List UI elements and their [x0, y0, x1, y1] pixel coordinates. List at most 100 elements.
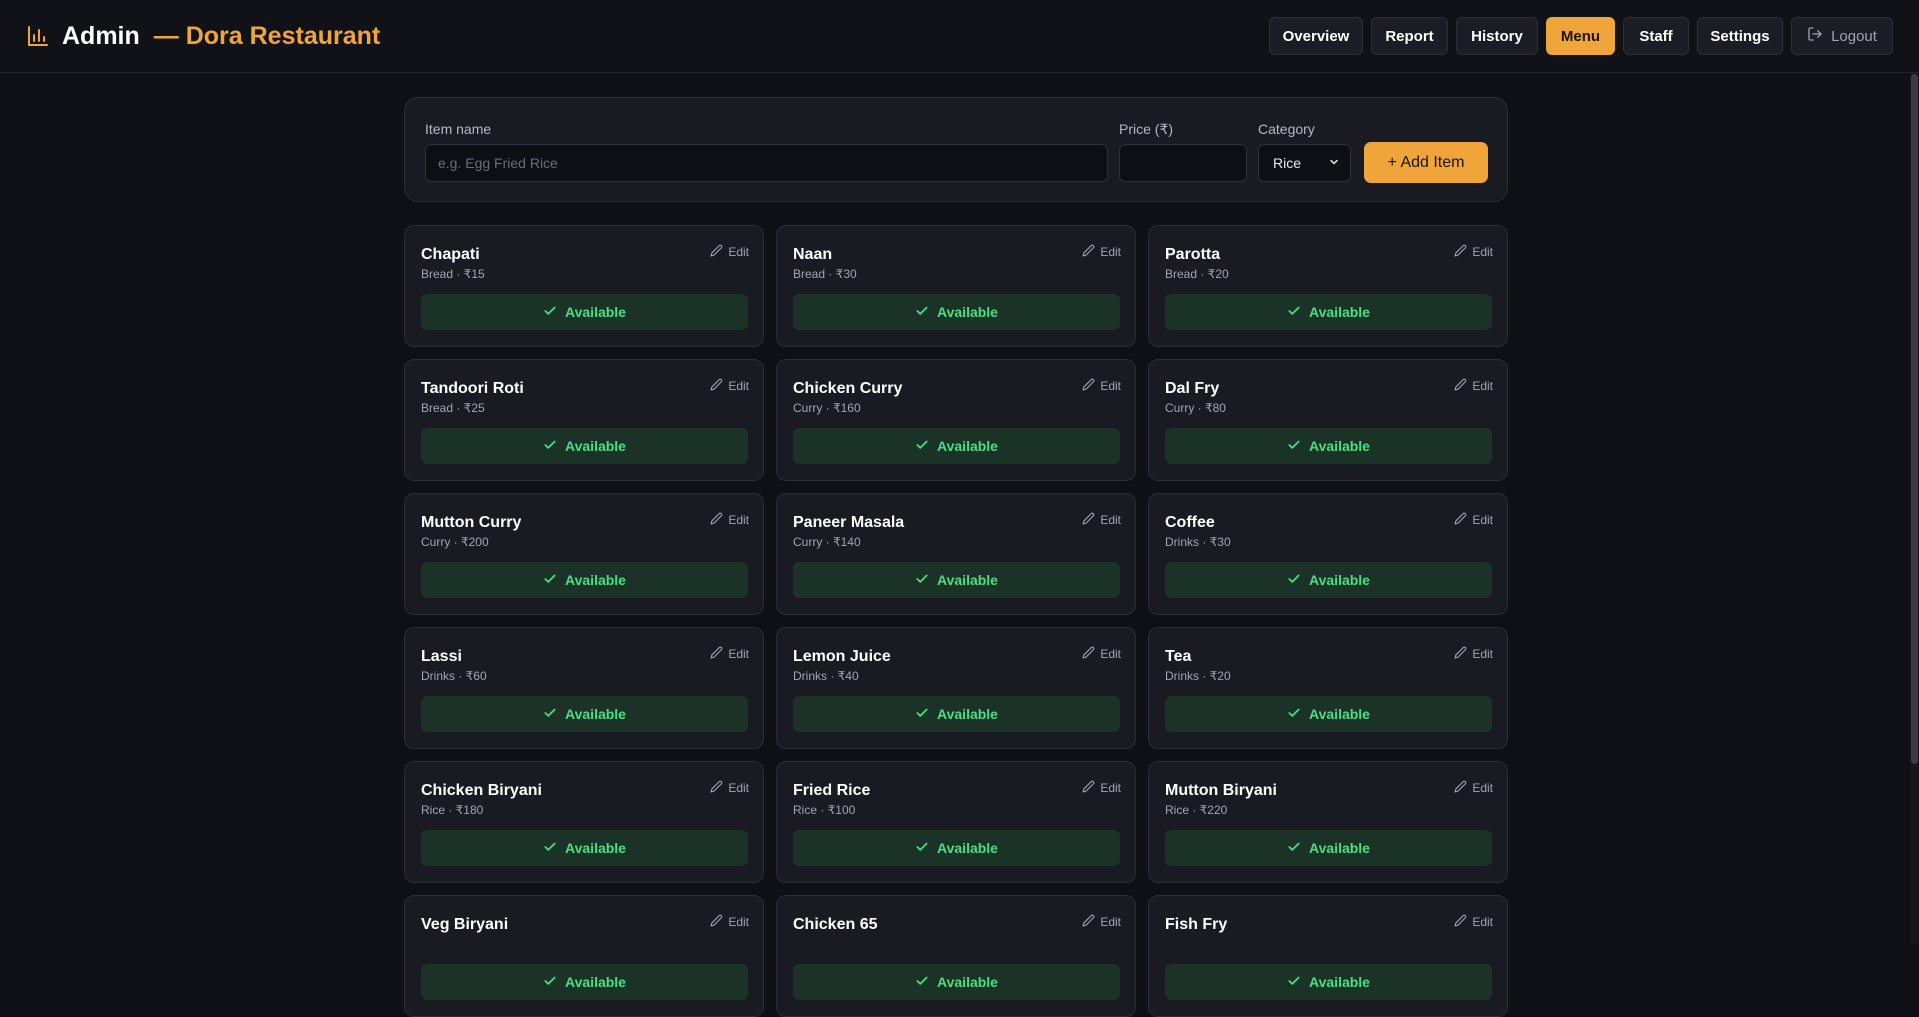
menu-item-card: Chicken 65 Edit Available: [776, 895, 1136, 1017]
edit-button[interactable]: Edit: [1082, 646, 1121, 662]
availability-label: Available: [565, 438, 626, 454]
item-name-input[interactable]: [425, 144, 1108, 182]
availability-toggle[interactable]: Available: [421, 428, 748, 464]
item-name: Veg Biryani: [421, 916, 509, 933]
nav-overview-button[interactable]: Overview: [1269, 17, 1363, 55]
edit-button[interactable]: Edit: [710, 780, 749, 796]
edit-label: Edit: [1100, 647, 1121, 661]
availability-toggle[interactable]: Available: [421, 830, 748, 866]
edit-button[interactable]: Edit: [710, 244, 749, 260]
edit-label: Edit: [1100, 781, 1121, 795]
category-label: Category: [1258, 121, 1315, 137]
availability-label: Available: [565, 974, 626, 990]
item-category-price: Bread · ₹15: [421, 267, 485, 281]
check-icon: [543, 706, 557, 723]
availability-toggle[interactable]: Available: [1165, 562, 1492, 598]
edit-button[interactable]: Edit: [710, 646, 749, 662]
menu-item-card: Coffee Drinks · ₹30 Edit Available: [1148, 493, 1508, 615]
item-category-price: Rice · ₹180: [421, 803, 484, 817]
item-name: Tandoori Roti: [421, 380, 524, 397]
item-name: Mutton Curry: [421, 514, 522, 531]
add-item-button[interactable]: + Add Item: [1364, 142, 1488, 183]
menu-item-card: Naan Bread · ₹30 Edit Available: [776, 225, 1136, 347]
availability-toggle[interactable]: Available: [793, 830, 1120, 866]
item-name: Paneer Masala: [793, 514, 905, 531]
edit-label: Edit: [1472, 647, 1493, 661]
availability-toggle[interactable]: Available: [793, 428, 1120, 464]
availability-toggle[interactable]: Available: [793, 696, 1120, 732]
pencil-icon: [1454, 780, 1467, 796]
nav-staff-button[interactable]: Staff: [1623, 17, 1689, 55]
menu-item-card: Tea Drinks · ₹20 Edit Available: [1148, 627, 1508, 749]
menu-item-card: Mutton Biryani Rice · ₹220 Edit Available: [1148, 761, 1508, 883]
edit-label: Edit: [728, 915, 749, 929]
item-category-price: Drinks · ₹20: [1165, 669, 1231, 683]
edit-label: Edit: [1472, 915, 1493, 929]
check-icon: [1287, 304, 1301, 321]
edit-label: Edit: [1100, 915, 1121, 929]
bar-chart-icon: [26, 24, 50, 48]
availability-toggle[interactable]: Available: [1165, 294, 1492, 330]
item-name: Chicken 65: [793, 916, 878, 933]
availability-toggle[interactable]: Available: [421, 294, 748, 330]
nav-history-button[interactable]: History: [1456, 17, 1538, 55]
edit-button[interactable]: Edit: [1454, 378, 1493, 394]
edit-label: Edit: [728, 647, 749, 661]
availability-toggle[interactable]: Available: [1165, 696, 1492, 732]
menu-item-card: Chicken Curry Curry · ₹160 Edit Available: [776, 359, 1136, 481]
edit-label: Edit: [1472, 379, 1493, 393]
menu-item-card: Chicken Biryani Rice · ₹180 Edit Available: [404, 761, 764, 883]
logout-button[interactable]: Logout: [1791, 17, 1893, 55]
item-name: Dal Fry: [1165, 380, 1220, 397]
check-icon: [543, 974, 557, 991]
edit-button[interactable]: Edit: [1082, 780, 1121, 796]
availability-toggle[interactable]: Available: [793, 964, 1120, 1000]
availability-label: Available: [1309, 840, 1370, 856]
item-name: Tea: [1165, 648, 1192, 665]
availability-toggle[interactable]: Available: [421, 696, 748, 732]
nav-report-button[interactable]: Report: [1371, 17, 1448, 55]
edit-label: Edit: [728, 781, 749, 795]
scrollbar-thumb[interactable]: [1911, 74, 1918, 764]
edit-button[interactable]: Edit: [710, 914, 749, 930]
price-input[interactable]: [1119, 144, 1247, 182]
check-icon: [915, 974, 929, 991]
availability-toggle[interactable]: Available: [421, 964, 748, 1000]
edit-button[interactable]: Edit: [1454, 646, 1493, 662]
edit-button[interactable]: Edit: [710, 378, 749, 394]
menu-item-card: Lemon Juice Drinks · ₹40 Edit Available: [776, 627, 1136, 749]
availability-label: Available: [937, 840, 998, 856]
menu-item-card: Chapati Bread · ₹15 Edit Available: [404, 225, 764, 347]
edit-button[interactable]: Edit: [1454, 512, 1493, 528]
availability-toggle[interactable]: Available: [1165, 964, 1492, 1000]
edit-label: Edit: [1472, 781, 1493, 795]
chevron-down-icon: [1328, 155, 1340, 171]
edit-button[interactable]: Edit: [1082, 914, 1121, 930]
availability-toggle[interactable]: Available: [1165, 428, 1492, 464]
category-select[interactable]: Rice: [1258, 144, 1351, 182]
edit-button[interactable]: Edit: [1082, 378, 1121, 394]
availability-toggle[interactable]: Available: [1165, 830, 1492, 866]
pencil-icon: [1082, 780, 1095, 796]
availability-toggle[interactable]: Available: [793, 294, 1120, 330]
menu-item-card: Paneer Masala Curry · ₹140 Edit Available: [776, 493, 1136, 615]
edit-button[interactable]: Edit: [710, 512, 749, 528]
availability-label: Available: [1309, 572, 1370, 588]
nav-menu-button[interactable]: Menu: [1546, 17, 1615, 55]
pencil-icon: [710, 780, 723, 796]
edit-button[interactable]: Edit: [1082, 244, 1121, 260]
edit-button[interactable]: Edit: [1454, 914, 1493, 930]
item-category-price: Drinks · ₹60: [421, 669, 487, 683]
edit-label: Edit: [1472, 513, 1493, 527]
item-category-price: Bread · ₹30: [793, 267, 857, 281]
availability-toggle[interactable]: Available: [793, 562, 1120, 598]
pencil-icon: [1454, 512, 1467, 528]
availability-toggle[interactable]: Available: [421, 562, 748, 598]
nav-settings-button[interactable]: Settings: [1697, 17, 1783, 55]
edit-label: Edit: [1472, 245, 1493, 259]
edit-button[interactable]: Edit: [1454, 780, 1493, 796]
edit-button[interactable]: Edit: [1082, 512, 1121, 528]
availability-label: Available: [937, 304, 998, 320]
edit-label: Edit: [1100, 379, 1121, 393]
edit-button[interactable]: Edit: [1454, 244, 1493, 260]
